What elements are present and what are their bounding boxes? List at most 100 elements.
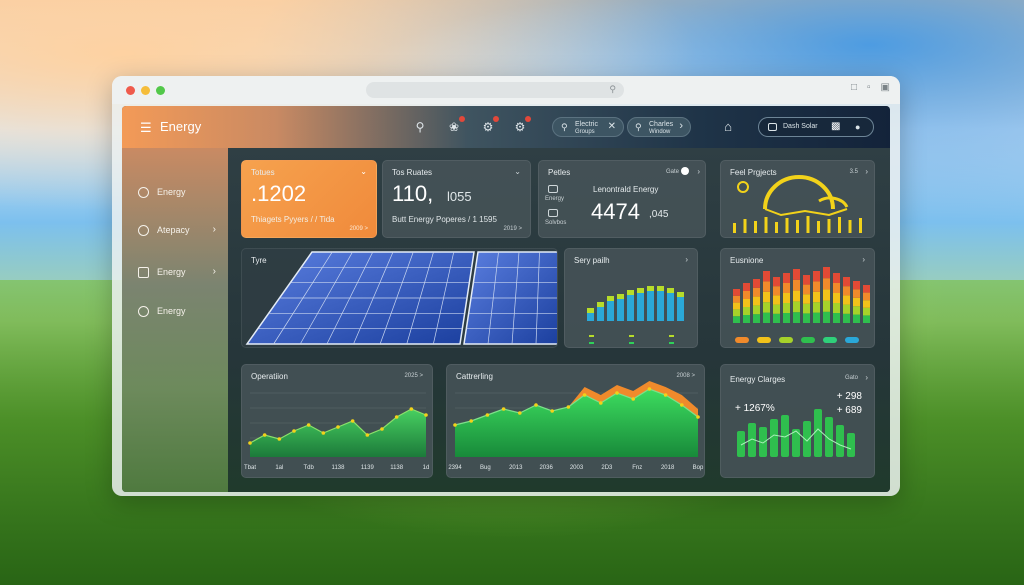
shirt-icon[interactable]: ⚙: [480, 116, 499, 135]
brand-title: Energy: [160, 119, 202, 134]
x-tick-label: 2036: [539, 465, 553, 471]
close-icon[interactable]: ✕: [608, 121, 616, 132]
feel-bar: [859, 218, 862, 233]
menu-icon[interactable]: ☰: [140, 120, 152, 136]
notification-badge: [493, 116, 499, 122]
energy-clarges-card[interactable]: Energy Clarges Gato › + 1267% + 298 + 68…: [720, 364, 875, 478]
legend-label: Energy: [545, 196, 565, 202]
chevron-right-icon[interactable]: ›: [697, 167, 700, 176]
browser-chrome: ⚲ □ ▫ ▣: [112, 76, 900, 104]
eusnione-bar-seg: [823, 278, 830, 290]
eusnione-bar-seg: [853, 306, 860, 315]
eusnione-bar-seg: [743, 299, 750, 307]
eusnione-bar-seg: [763, 312, 770, 323]
bookmark-icon[interactable]: □: [851, 82, 857, 93]
feel-projects-bars: [733, 216, 862, 233]
totals-footer: 2009 >: [349, 226, 368, 232]
x-tick-label: 1138: [390, 465, 404, 471]
energy-clarges-chart: [737, 409, 855, 457]
x-tick-label: 1d: [423, 465, 430, 471]
leaf-icon[interactable]: ❀: [446, 116, 465, 135]
eusnione-bar-seg: [853, 314, 860, 323]
x-tick-label: 2003: [570, 465, 584, 471]
account-pill[interactable]: Dash Solar ▩ ●: [758, 117, 874, 137]
chevron-down-icon[interactable]: ⌄: [360, 167, 367, 176]
card-link[interactable]: Gate: [666, 169, 679, 175]
sery-bar: [657, 291, 664, 321]
eusnione-bar-seg: [753, 305, 760, 315]
data-point: [501, 407, 506, 411]
eusnione-bar-seg: [863, 292, 870, 301]
address-bar[interactable]: ⚲: [366, 82, 624, 98]
chevron-right-icon: ›: [212, 266, 216, 277]
feel-bar: [848, 220, 852, 233]
peties-card[interactable]: Petles Gate › Energy Solvbos Lenontrald …: [538, 160, 706, 238]
eusnione-bar-seg: [733, 316, 740, 323]
chevron-down-icon[interactable]: ⌄: [514, 167, 521, 176]
sidebar-item-energy-2[interactable]: Energy ›: [136, 266, 222, 282]
eusnione-bar-seg: [783, 293, 790, 303]
card-title: Totues: [251, 168, 275, 177]
data-point: [518, 411, 522, 415]
sery-bar: [597, 307, 604, 321]
eusnione-bar-seg: [843, 295, 850, 305]
eusnione-bar-seg: [783, 303, 790, 313]
data-point: [248, 441, 252, 445]
totals-card[interactable]: Totues ⌄ .1202 Thiagets Pyyers / / Tida …: [241, 160, 377, 238]
eusnione-bar-seg: [743, 315, 750, 323]
eusnione-bar-seg: [733, 289, 740, 296]
eusnione-bar-seg: [793, 279, 800, 291]
feel-projects-card[interactable]: Feel Prgjects 3.5 ›: [720, 160, 875, 238]
sidebar-item-energy-3[interactable]: Energy: [136, 305, 222, 321]
eusnione-bar-seg: [833, 273, 840, 283]
energy-clarges-bar: [770, 419, 778, 457]
chat-icon[interactable]: ▩: [831, 121, 840, 132]
operation-card[interactable]: Operatiion 2025 > Tbat 1al Tdb 1138 1139 1138…: [241, 364, 433, 478]
eusnione-bar-seg: [823, 300, 830, 312]
data-point: [599, 401, 603, 405]
operation-chart: Tbat 1al Tdb 1138 1139 1138 1d: [244, 392, 430, 471]
peties-suffix: ,045: [649, 209, 669, 220]
sery-path-card[interactable]: Sery pailh ›: [564, 248, 698, 348]
sidebar-item-atepacy[interactable]: Atepacy ›: [136, 224, 222, 240]
home-icon[interactable]: ⌂: [720, 119, 736, 135]
card-title: Petles: [548, 168, 571, 177]
cattering-card[interactable]: Cattrerling 2008 > 2394 Bug 2013 2036 2003 2D…: [446, 364, 705, 478]
sidebar-item-energy[interactable]: Energy: [136, 186, 222, 202]
eusnione-bar-seg: [753, 314, 760, 323]
eusnione-card[interactable]: Eusnione ›: [720, 248, 875, 348]
tab-icon[interactable]: ▫: [867, 82, 871, 93]
box-icon: [548, 209, 558, 217]
filter-pill[interactable]: ⚲ Charles Window ›: [627, 117, 691, 137]
maximize-dot[interactable]: [156, 86, 165, 95]
legend-swatch: [589, 342, 594, 344]
energy-clarges-bar: [814, 409, 822, 457]
data-point: [321, 431, 326, 435]
x-tick-label: 1138: [332, 465, 346, 471]
sery-bar-cap: [667, 288, 674, 293]
minimize-dot[interactable]: [141, 86, 150, 95]
eusnione-bar-seg: [823, 267, 830, 279]
feel-bar: [817, 221, 820, 233]
data-point: [365, 433, 370, 437]
eusnione-bar-seg: [783, 313, 790, 323]
eusnione-bar-seg: [733, 302, 740, 310]
search-icon[interactable]: ⚲: [412, 119, 428, 135]
chevron-right-icon[interactable]: ›: [679, 120, 683, 132]
close-dot[interactable]: [126, 86, 135, 95]
eusnione-bar-seg: [763, 291, 770, 303]
top-routes-card[interactable]: Tos Ruates ⌄ 110, l055 Butt Energy Poper…: [382, 160, 531, 238]
settings-icon[interactable]: ⚙: [512, 116, 531, 135]
search-pill[interactable]: ⚲ Electric Groups ✕: [552, 117, 624, 137]
x-tick-label: 2D3: [601, 465, 613, 471]
info-icon[interactable]: [681, 167, 689, 175]
eusnione-bar-seg: [823, 289, 830, 301]
feel-bar: [754, 221, 757, 233]
browser-actions: □ ▫ ▣: [851, 82, 890, 93]
feel-bar: [764, 217, 768, 233]
energy-icon: [138, 187, 149, 198]
lock-icon[interactable]: ▣: [881, 82, 890, 93]
solar-panel-card[interactable]: Tyre: [241, 248, 558, 348]
globe-icon: [138, 306, 149, 317]
user-icon[interactable]: ●: [855, 122, 860, 132]
